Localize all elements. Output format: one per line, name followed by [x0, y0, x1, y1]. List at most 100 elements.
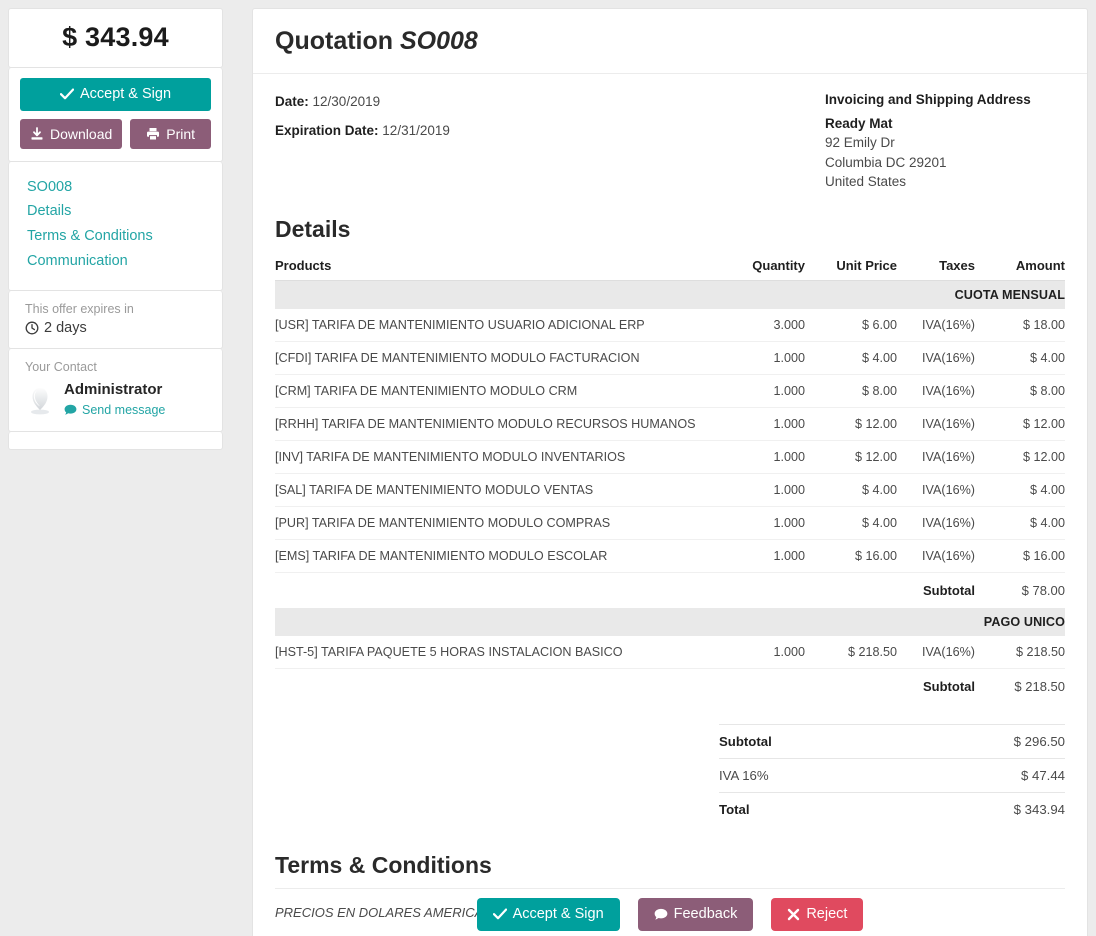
footer-accept-label: Accept & Sign	[512, 906, 604, 922]
contact-name: Administrator	[64, 381, 163, 399]
send-message-label: Send message	[82, 402, 166, 417]
section-name: PAGO UNICO	[275, 607, 1065, 636]
total-amount: $ 343.94	[62, 22, 169, 52]
line-taxes: IVA(16%)	[905, 473, 983, 507]
line-taxes: IVA(16%)	[905, 539, 983, 573]
line-product: [USR] TARIFA DE MANTENIMIENTO USUARIO AD…	[275, 308, 735, 342]
section-subtotal-row: Subtotal $ 78.00	[275, 572, 1065, 608]
footer-accept-and-sign-button[interactable]: Accept & Sign	[476, 898, 620, 931]
line-taxes: IVA(16%)	[905, 341, 983, 375]
order-lines-body: CUOTA MENSUAL [USR] TARIFA DE MANTENIMIEN…	[275, 280, 1065, 704]
document-meta: Date: 12/30/2019 Expiration Date: 12/31/…	[275, 92, 1065, 192]
check-icon	[492, 908, 507, 920]
address-company: Ready Mat	[825, 116, 893, 131]
page-title-reference: SO008	[399, 27, 478, 55]
totals-table: Subtotal $ 296.50 IVA 16% $ 47.44 Total $ 343…	[719, 723, 1065, 826]
document-header: Quotation SO008	[253, 9, 1087, 74]
line-quantity: 1.000	[735, 506, 813, 540]
line-unit-price: $ 16.00	[813, 539, 905, 573]
expiration-date-label: Expiration Date:	[275, 123, 379, 138]
footer-feedback-label: Feedback	[673, 906, 738, 922]
table-row: [RRHH] TARIFA DE MANTENIMIENTO MODULO RE…	[275, 407, 1065, 441]
section-subtotal-label: Subtotal	[923, 582, 975, 598]
product-link[interactable]: [EMS] TARIFA DE MANTENIMIENTO MODULO ESC…	[275, 549, 607, 563]
line-unit-price: $ 4.00	[813, 341, 905, 375]
line-unit-price: $ 8.00	[813, 374, 905, 408]
printer-icon	[146, 127, 160, 141]
document-body: Date: 12/30/2019 Expiration Date: 12/31/…	[253, 74, 1087, 936]
sidebar-item-communication[interactable]: Communication	[27, 249, 204, 274]
page-title-prefix: Quotation	[275, 27, 394, 55]
column-quantity: Quantity	[735, 251, 813, 281]
download-icon	[30, 126, 44, 141]
line-product: [SAL] TARIFA DE MANTENIMIENTO MODULO VEN…	[275, 473, 735, 507]
address-heading: Invoicing and Shipping Address	[825, 92, 1031, 107]
table-row: [CFDI] TARIFA DE MANTENIMIENTO MODULO FA…	[275, 341, 1065, 375]
line-quantity: 1.000	[735, 539, 813, 573]
line-quantity: 3.000	[735, 308, 813, 342]
product-link[interactable]: [RRHH] TARIFA DE MANTENIMIENTO MODULO RE…	[275, 417, 696, 431]
line-taxes: IVA(16%)	[905, 635, 983, 669]
print-button[interactable]: Print	[130, 118, 211, 149]
line-amount: $ 12.00	[983, 440, 1065, 474]
product-link[interactable]: [INV] TARIFA DE MANTENIMIENTO MODULO INV…	[275, 450, 625, 464]
line-taxes: IVA(16%)	[905, 374, 983, 408]
column-taxes: Taxes	[905, 251, 983, 281]
offer-expires-label: This offer expires in	[25, 302, 134, 317]
sidebar-item-terms-and-conditions[interactable]: Terms & Conditions	[27, 224, 204, 249]
table-row: [CRM] TARIFA DE MANTENIMIENTO MODULO CRM…	[275, 374, 1065, 408]
line-amount: $ 218.50	[983, 635, 1065, 669]
section-subtotal-value: $ 78.00	[1021, 582, 1065, 598]
footer-reject-button[interactable]: Reject	[771, 898, 864, 931]
quotation-document: Quotation SO008 Date: 12/30/2019 Expirat…	[252, 8, 1088, 936]
table-row: [EMS] TARIFA DE MANTENIMIENTO MODULO ESC…	[275, 539, 1065, 573]
expiration-card: This offer expires in 2 days	[8, 291, 223, 350]
line-taxes: IVA(16%)	[905, 440, 983, 474]
expiration-date-value: 12/31/2019	[382, 123, 450, 138]
send-message-link[interactable]: Send message	[64, 403, 165, 417]
line-amount: $ 16.00	[983, 539, 1065, 573]
product-link[interactable]: [PUR] TARIFA DE MANTENIMIENTO MODULO COM…	[275, 516, 610, 530]
line-unit-price: $ 4.00	[813, 506, 905, 540]
accept-and-sign-label: Accept & Sign	[79, 86, 172, 102]
spacer-cell	[275, 572, 905, 608]
line-unit-price: $ 12.00	[813, 440, 905, 474]
product-link[interactable]: [USR] TARIFA DE MANTENIMIENTO USUARIO AD…	[275, 318, 645, 332]
product-link[interactable]: [CFDI] TARIFA DE MANTENIMIENTO MODULO FA…	[275, 351, 640, 365]
line-product: [INV] TARIFA DE MANTENIMIENTO MODULO INV…	[275, 440, 735, 474]
product-link[interactable]: [HST-5] TARIFA PAQUETE 5 HORAS INSTALACI…	[275, 645, 623, 659]
sidebar-item-details[interactable]: Details	[27, 199, 204, 224]
line-product: [RRHH] TARIFA DE MANTENIMIENTO MODULO RE…	[275, 407, 735, 441]
chat-bubble-icon	[654, 908, 668, 921]
close-icon	[787, 908, 800, 921]
line-product: [PUR] TARIFA DE MANTENIMIENTO MODULO COM…	[275, 506, 735, 540]
section-subtotal-row: Subtotal $ 218.50	[275, 668, 1065, 704]
table-row: [INV] TARIFA DE MANTENIMIENTO MODULO INV…	[275, 440, 1065, 474]
footer-feedback-button[interactable]: Feedback	[637, 898, 754, 931]
footer-actions: Accept & Sign Feedback Reject	[252, 898, 1088, 931]
offer-expires-value-row: 2 days	[25, 320, 206, 336]
accept-and-sign-button[interactable]: Accept & Sign	[20, 78, 211, 111]
totals-value: $ 47.44	[894, 757, 1065, 793]
invoicing-shipping-address: Invoicing and Shipping Address Ready Mat…	[825, 92, 1065, 192]
line-amount: $ 12.00	[983, 407, 1065, 441]
table-header-row: Products Quantity Unit Price Taxes Amoun…	[275, 251, 1065, 281]
sidebar-item-so008[interactable]: SO008	[27, 175, 204, 200]
download-button[interactable]: Download	[20, 118, 123, 149]
line-unit-price: $ 6.00	[813, 308, 905, 342]
navigation-card: SO008 Details Terms & Conditions Communi…	[8, 161, 223, 292]
line-amount: $ 4.00	[983, 473, 1065, 507]
product-link[interactable]: [CRM] TARIFA DE MANTENIMIENTO MODULO CRM	[275, 384, 577, 398]
section-header-row: CUOTA MENSUAL	[275, 280, 1065, 309]
column-unit-price: Unit Price	[813, 251, 905, 281]
section-name: CUOTA MENSUAL	[275, 280, 1065, 309]
product-link[interactable]: [SAL] TARIFA DE MANTENIMIENTO MODULO VEN…	[275, 483, 593, 497]
clock-icon	[25, 321, 39, 335]
address-street: 92 Emily Dr	[825, 135, 895, 150]
line-taxes: IVA(16%)	[905, 506, 983, 540]
line-amount: $ 4.00	[983, 341, 1065, 375]
page-title: Quotation SO008	[275, 27, 1065, 56]
line-quantity: 1.000	[735, 407, 813, 441]
column-products: Products	[275, 251, 735, 281]
section-subtotal-label: Subtotal	[923, 678, 975, 694]
